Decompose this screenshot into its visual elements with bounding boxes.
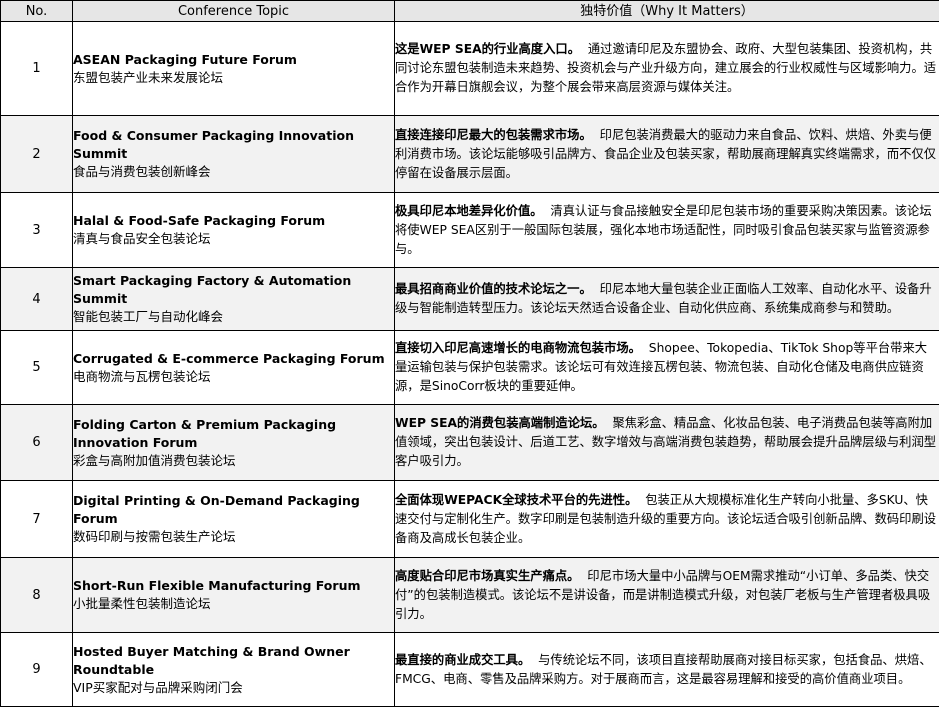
why-cell: 高度贴合印尼市场真实生产痛点。 印尼市场大量中小品牌与OEM需求推动“小订单、多… <box>395 558 939 633</box>
why-lead: 极具印尼本地差异化价值。 <box>395 204 543 218</box>
why-cell: 最具招商商业价值的技术论坛之一。 印尼本地大量包装企业正面临人工效率、自动化水平… <box>395 268 939 331</box>
header-no: No. <box>1 1 73 22</box>
table-row: 6 Folding Carton & Premium Packaging Inn… <box>1 405 939 481</box>
topic-cell: ASEAN Packaging Future Forum 东盟包装产业未来发展论… <box>73 22 395 116</box>
row-number: 7 <box>1 481 73 558</box>
table-row: 4 Smart Packaging Factory & Automation S… <box>1 268 939 331</box>
topic-chinese: 彩盒与高附加值消费包装论坛 <box>73 452 394 470</box>
header-topic: Conference Topic <box>73 1 395 22</box>
topic-english: Digital Printing & On-Demand Packaging F… <box>73 492 394 528</box>
why-lead: 最直接的商业成交工具。 <box>395 653 530 667</box>
topic-english: Short-Run Flexible Manufacturing Forum <box>73 577 394 595</box>
topic-chinese: 电商物流与瓦楞包装论坛 <box>73 368 394 386</box>
why-cell: WEP SEA的消费包装高端制造论坛。 聚焦彩盒、精品盒、化妆品包装、电子消费品… <box>395 405 939 481</box>
row-number: 6 <box>1 405 73 481</box>
topic-chinese: 东盟包装产业未来发展论坛 <box>73 69 394 87</box>
conference-table: No. Conference Topic 独特价值（Why It Matters… <box>0 0 939 707</box>
table-row: 7 Digital Printing & On-Demand Packaging… <box>1 481 939 558</box>
why-cell: 这是WEP SEA的行业高度入口。 通过邀请印尼及东盟协会、政府、大型包装集团、… <box>395 22 939 116</box>
header-why: 独特价值（Why It Matters） <box>395 1 939 22</box>
row-number: 1 <box>1 22 73 116</box>
why-lead: 这是WEP SEA的行业高度入口。 <box>395 42 580 56</box>
topic-english: Hosted Buyer Matching & Brand Owner Roun… <box>73 643 394 679</box>
topic-english: Halal & Food-Safe Packaging Forum <box>73 212 394 230</box>
why-lead: 全面体现WEPACK全球技术平台的先进性。 <box>395 493 637 507</box>
topic-chinese: 智能包装工厂与自动化峰会 <box>73 308 394 326</box>
table-row: 9 Hosted Buyer Matching & Brand Owner Ro… <box>1 633 939 707</box>
topic-chinese: 小批量柔性包装制造论坛 <box>73 595 394 613</box>
table-row: 5 Corrugated & E-commerce Packaging Foru… <box>1 331 939 405</box>
why-cell: 直接连接印尼最大的包装需求市场。 印尼包装消费最大的驱动力来自食品、饮料、烘焙、… <box>395 116 939 193</box>
topic-chinese: 数码印刷与按需包装生产论坛 <box>73 528 394 546</box>
row-number: 5 <box>1 331 73 405</box>
topic-cell: Hosted Buyer Matching & Brand Owner Roun… <box>73 633 395 707</box>
why-cell: 极具印尼本地差异化价值。 清真认证与食品接触安全是印尼包装市场的重要采购决策因素… <box>395 193 939 268</box>
topic-cell: Short-Run Flexible Manufacturing Forum 小… <box>73 558 395 633</box>
topic-chinese: 清真与食品安全包装论坛 <box>73 230 394 248</box>
topic-english: Smart Packaging Factory & Automation Sum… <box>73 272 394 308</box>
why-cell: 直接切入印尼高速增长的电商物流包装市场。 Shopee、Tokopedia、Ti… <box>395 331 939 405</box>
row-number: 2 <box>1 116 73 193</box>
row-number: 9 <box>1 633 73 707</box>
why-lead: 直接连接印尼最大的包装需求市场。 <box>395 128 592 142</box>
why-lead: 最具招商商业价值的技术论坛之一。 <box>395 282 592 296</box>
table-row: 2 Food & Consumer Packaging Innovation S… <box>1 116 939 193</box>
topic-cell: Halal & Food-Safe Packaging Forum 清真与食品安… <box>73 193 395 268</box>
topic-cell: Food & Consumer Packaging Innovation Sum… <box>73 116 395 193</box>
why-lead: 高度贴合印尼市场真实生产痛点。 <box>395 569 579 583</box>
header-row: No. Conference Topic 独特价值（Why It Matters… <box>1 1 939 22</box>
topic-english: Food & Consumer Packaging Innovation Sum… <box>73 127 394 163</box>
topic-chinese: VIP买家配对与品牌采购闭门会 <box>73 679 394 697</box>
table-row: 3 Halal & Food-Safe Packaging Forum 清真与食… <box>1 193 939 268</box>
row-number: 3 <box>1 193 73 268</box>
row-number: 4 <box>1 268 73 331</box>
table-row: 1 ASEAN Packaging Future Forum 东盟包装产业未来发… <box>1 22 939 116</box>
why-cell: 最直接的商业成交工具。 与传统论坛不同，该项目直接帮助展商对接目标买家，包括食品… <box>395 633 939 707</box>
table-row: 8 Short-Run Flexible Manufacturing Forum… <box>1 558 939 633</box>
topic-cell: Smart Packaging Factory & Automation Sum… <box>73 268 395 331</box>
topic-chinese: 食品与消费包装创新峰会 <box>73 163 394 181</box>
why-cell: 全面体现WEPACK全球技术平台的先进性。 包装正从大规模标准化生产转向小批量、… <box>395 481 939 558</box>
row-number: 8 <box>1 558 73 633</box>
topic-english: ASEAN Packaging Future Forum <box>73 51 394 69</box>
topic-english: Folding Carton & Premium Packaging Innov… <box>73 416 394 452</box>
topic-cell: Folding Carton & Premium Packaging Innov… <box>73 405 395 481</box>
why-lead: WEP SEA的消费包装高端制造论坛。 <box>395 416 605 430</box>
topic-cell: Digital Printing & On-Demand Packaging F… <box>73 481 395 558</box>
why-lead: 直接切入印尼高速增长的电商物流包装市场。 <box>395 341 641 355</box>
topic-english: Corrugated & E-commerce Packaging Forum <box>73 350 394 368</box>
topic-cell: Corrugated & E-commerce Packaging Forum … <box>73 331 395 405</box>
